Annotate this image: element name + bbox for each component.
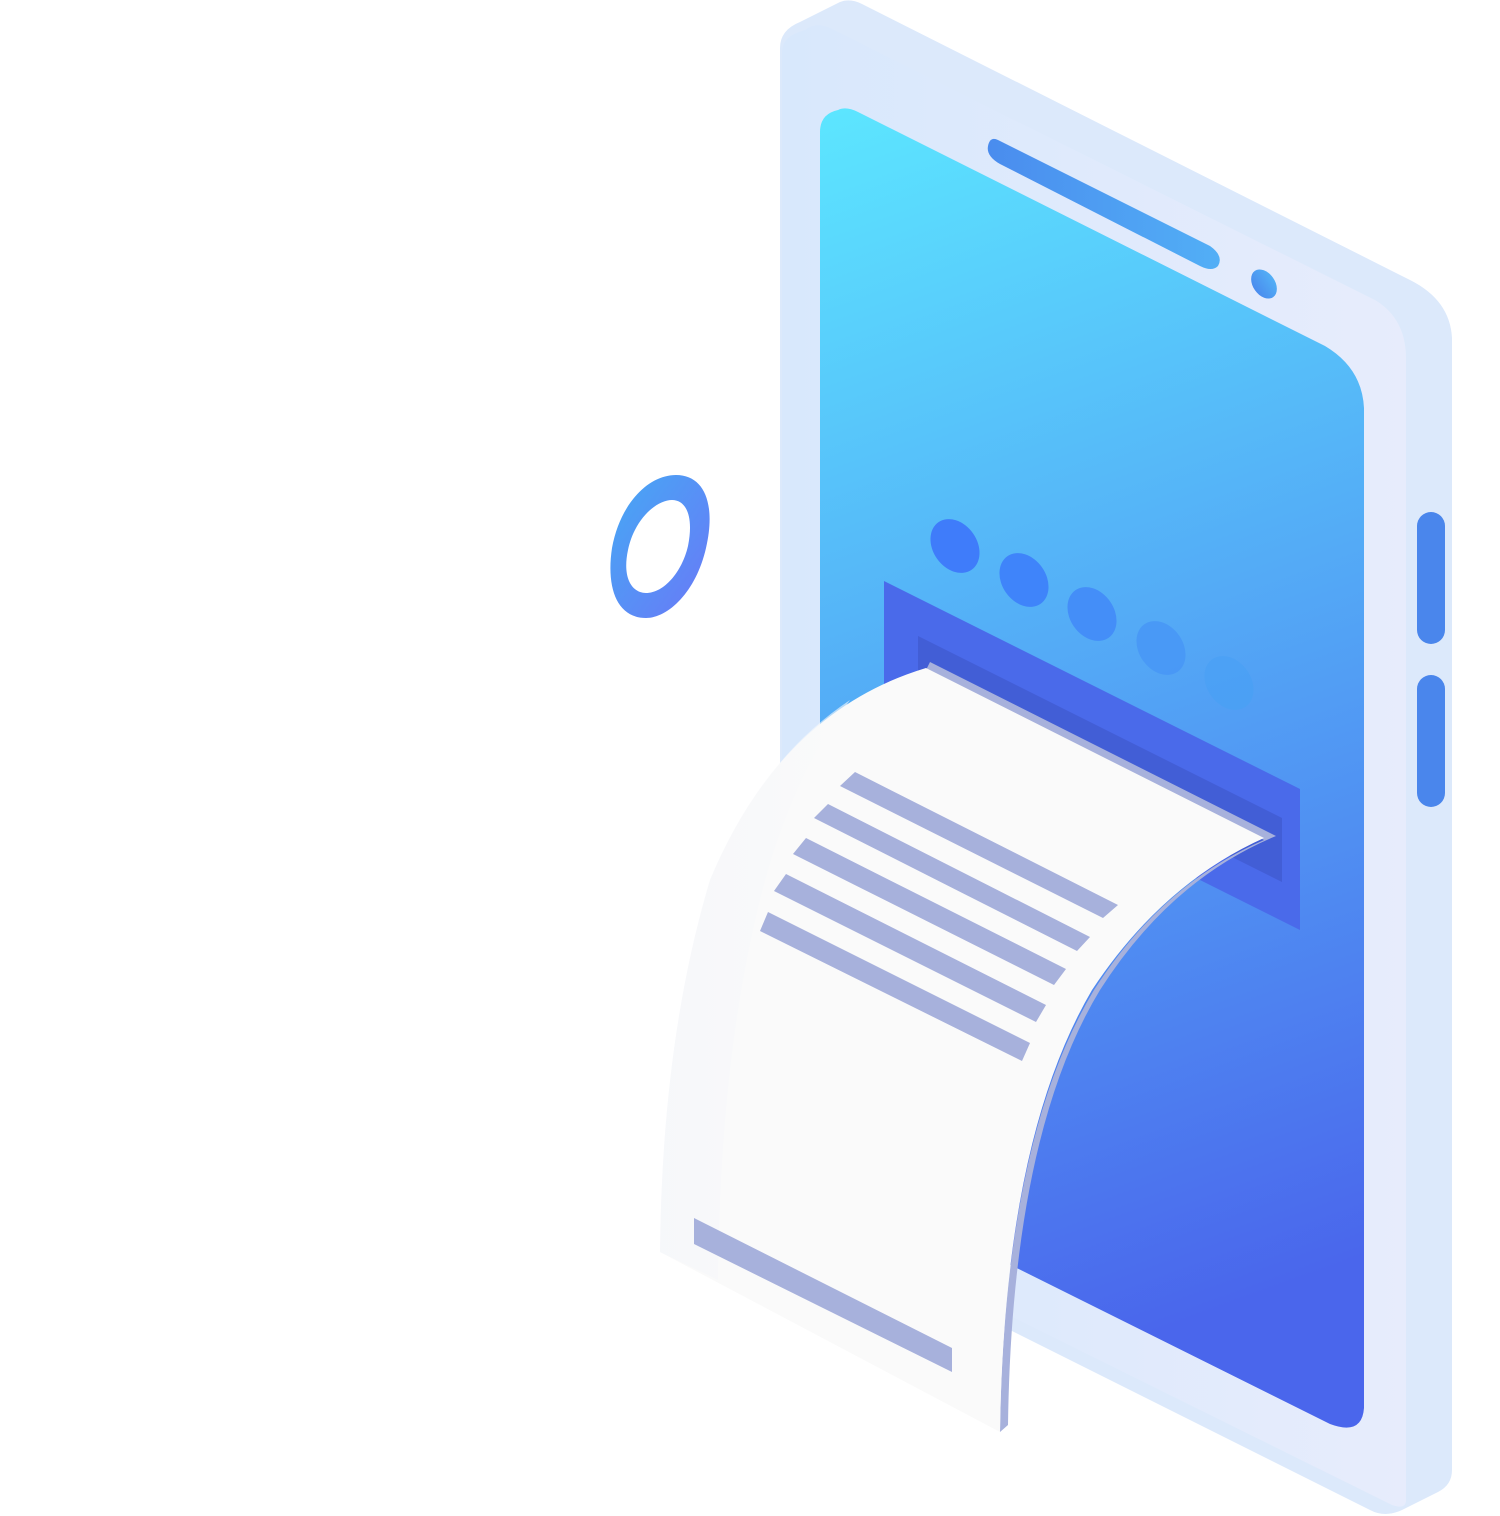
- side-button-upper: [1417, 512, 1445, 644]
- illustration-canvas: [0, 0, 1500, 1516]
- ring-shape: [610, 475, 710, 618]
- ring-icon: [610, 475, 710, 618]
- side-button-lower: [1417, 675, 1445, 807]
- phone-receipt-illustration: [610, 0, 1452, 1514]
